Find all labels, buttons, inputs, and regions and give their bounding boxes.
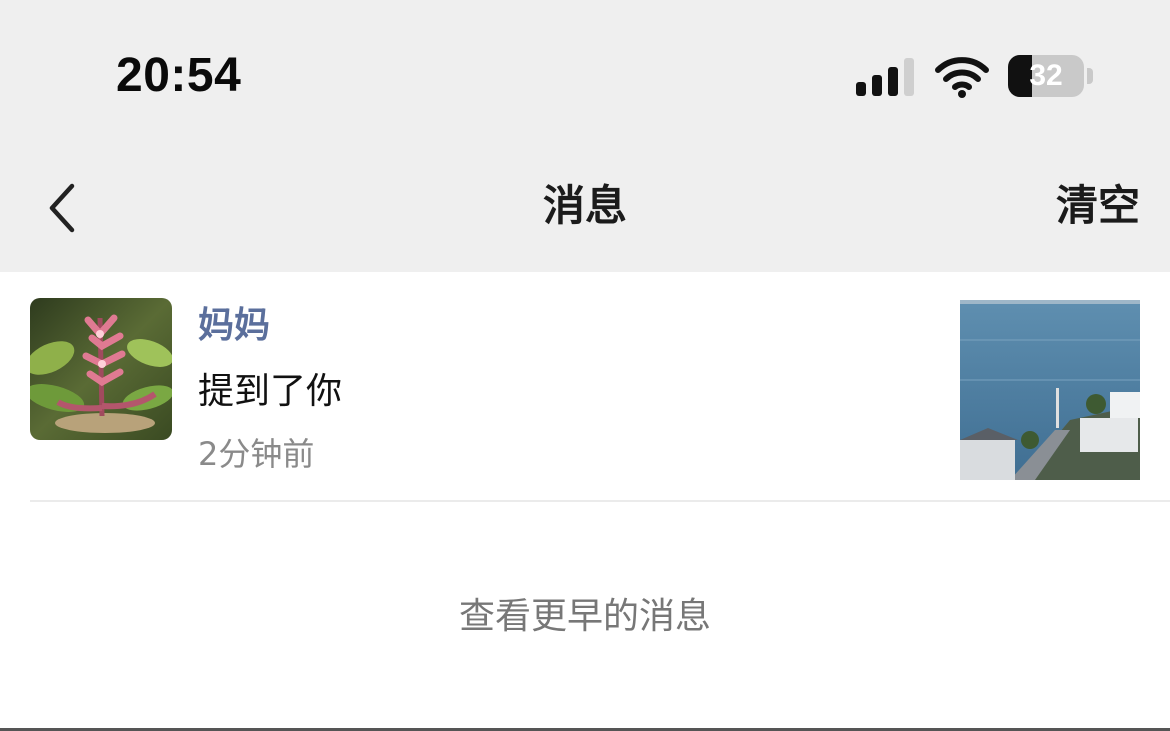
message-row[interactable]: 妈妈 提到了你 2分钟前 <box>0 272 1170 502</box>
seaside-thumbnail-image <box>960 300 1140 480</box>
flower-avatar-image <box>30 298 172 440</box>
signal-bar <box>888 67 898 96</box>
message-thumbnail[interactable] <box>960 300 1140 480</box>
battery-level: 32 <box>1029 59 1063 92</box>
header-area: 20:54 32 消息 清空 <box>0 0 1170 272</box>
page-title: 消息 <box>542 181 627 230</box>
view-earlier-messages-link[interactable]: 查看更早的消息 <box>335 592 835 642</box>
message-time: 2分钟前 <box>198 435 315 473</box>
signal-bar <box>904 58 914 96</box>
battery-tip <box>1087 68 1093 84</box>
signal-bar <box>872 75 882 96</box>
avatar[interactable] <box>30 298 172 440</box>
chevron-left-icon <box>49 183 75 233</box>
back-button[interactable] <box>38 178 94 238</box>
wifi-icon <box>934 56 990 98</box>
divider <box>30 500 1170 502</box>
cellular-signal-icon <box>856 58 914 96</box>
clear-button[interactable]: 清空 <box>1010 178 1140 234</box>
message-text: 提到了你 <box>198 371 343 412</box>
sender-name[interactable]: 妈妈 <box>198 302 270 350</box>
signal-bar <box>856 82 866 96</box>
status-time: 20:54 <box>116 49 242 102</box>
battery-icon: 32 <box>1008 55 1094 97</box>
